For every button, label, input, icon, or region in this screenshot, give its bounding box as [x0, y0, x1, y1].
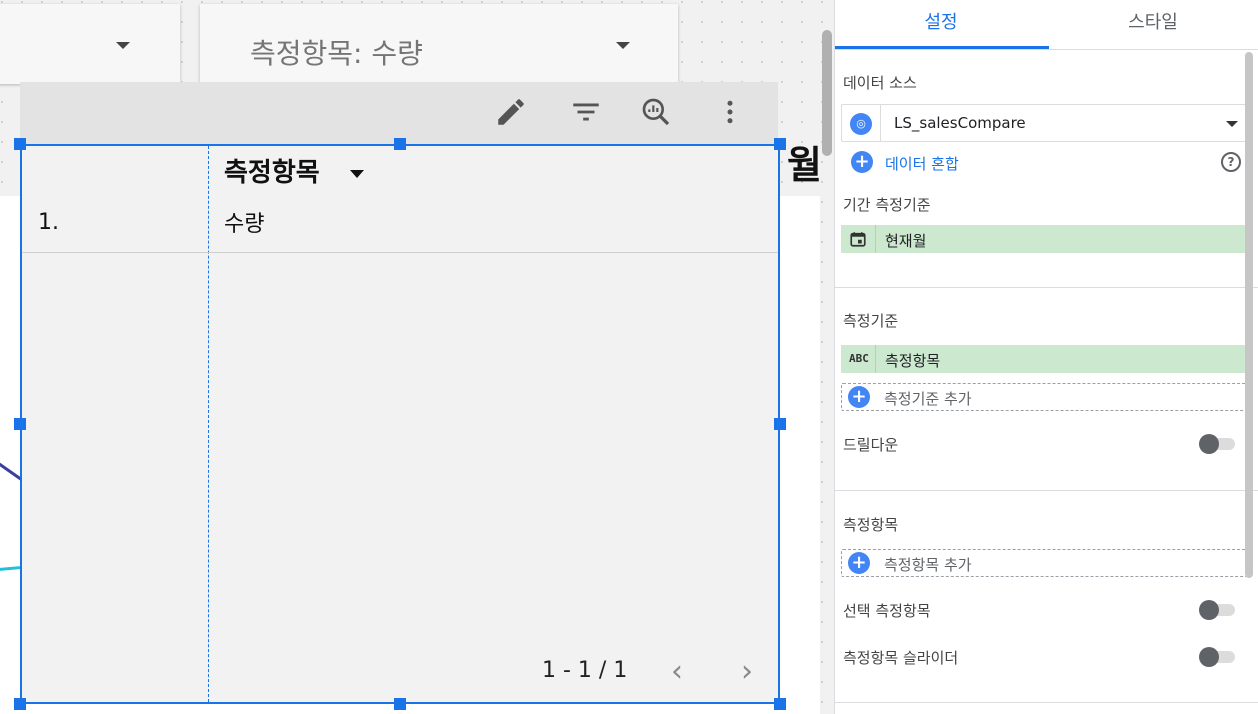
date-range-value: 현재월 — [885, 232, 927, 250]
dimension-chip[interactable]: ABC 측정항목 — [841, 345, 1247, 373]
optional-metrics-toggle[interactable] — [1199, 600, 1237, 620]
more-vert-icon[interactable] — [712, 94, 748, 130]
add-dimension-button[interactable]: + 측정기준 추가 — [841, 383, 1247, 411]
toggle-knob — [1199, 647, 1219, 667]
chart-title-partial: 월 — [787, 143, 822, 187]
section-divider — [835, 490, 1258, 491]
help-icon[interactable]: ? — [1221, 152, 1241, 172]
add-dimension-label: 측정기준 추가 — [884, 390, 972, 408]
dropdown-arrow-icon[interactable] — [1226, 121, 1238, 127]
column-divider[interactable] — [208, 146, 209, 702]
metric-filter-control[interactable]: 측정항목: 수량 — [200, 4, 678, 84]
filter-control-1[interactable] — [0, 4, 180, 84]
optional-metrics-label: 선택 측정항목 — [843, 602, 931, 620]
chart-toolbar — [20, 82, 778, 144]
row-divider — [22, 252, 778, 253]
section-divider — [835, 287, 1258, 288]
metric-filter-label: 측정항목: 수량 — [250, 37, 423, 70]
text-type-icon: ABC — [849, 352, 869, 365]
divider — [875, 345, 876, 373]
report-canvas: 측정항목: 수량 측정항목 1. 수량 1 - 1 / 1 ‹ › 월 — [0, 0, 834, 714]
table-header-metric[interactable]: 측정항목 — [224, 152, 320, 189]
date-range-chip[interactable]: 현재월 — [841, 225, 1247, 253]
date-range-dimension-label: 기간 측정기준 — [843, 196, 931, 214]
add-icon: + — [848, 552, 870, 574]
dimension-label: 측정기준 — [843, 312, 899, 330]
metric-slider-toggle[interactable] — [1199, 647, 1237, 667]
pencil-icon[interactable] — [493, 94, 529, 130]
add-icon[interactable]: + — [851, 151, 873, 173]
bigquery-icon: ◎ — [850, 113, 872, 135]
add-metric-label: 측정항목 추가 — [884, 556, 972, 574]
resize-handle[interactable] — [14, 698, 26, 710]
resize-handle[interactable] — [14, 138, 26, 150]
data-source-name: LS_salesCompare — [894, 114, 1026, 132]
resize-handle[interactable] — [394, 138, 406, 150]
section-divider — [835, 702, 1258, 703]
table-cell: 수량 — [224, 212, 265, 237]
active-tab-indicator — [835, 46, 1049, 49]
calendar-icon — [849, 230, 867, 252]
toggle-knob — [1199, 434, 1219, 454]
resize-handle[interactable] — [774, 138, 786, 150]
row-index: 1. — [38, 210, 59, 235]
pagination-text: 1 - 1 / 1 — [542, 658, 628, 683]
metric-slider-label: 측정항목 슬라이더 — [843, 649, 959, 667]
canvas-scrollbar[interactable] — [822, 30, 832, 156]
panel-scrollbar[interactable] — [1245, 52, 1253, 578]
add-metric-button[interactable]: + 측정항목 추가 — [841, 549, 1247, 577]
tab-setup[interactable]: 설정 — [835, 0, 1047, 48]
toggle-knob — [1199, 600, 1219, 620]
sort-caret-icon[interactable] — [350, 170, 364, 178]
data-source-label: 데이터 소스 — [843, 74, 917, 92]
resize-handle[interactable] — [14, 418, 26, 430]
add-icon: + — [848, 386, 870, 408]
filter-icon[interactable] — [568, 94, 604, 130]
dimension-value: 측정항목 — [885, 352, 941, 370]
tab-style[interactable]: 스타일 — [1047, 0, 1258, 48]
resize-handle[interactable] — [774, 418, 786, 430]
divider — [880, 105, 881, 141]
panel-tabs: 설정 스타일 — [835, 0, 1258, 50]
properties-panel: 설정 스타일 데이터 소스 ◎ LS_salesCompare + 데이터 혼합… — [834, 0, 1258, 714]
resize-handle[interactable] — [394, 698, 406, 710]
table-chart[interactable]: 측정항목 1. 수량 1 - 1 / 1 ‹ › — [20, 144, 780, 704]
dropdown-arrow-icon[interactable] — [116, 42, 130, 49]
resize-handle[interactable] — [774, 698, 786, 710]
dropdown-arrow-icon[interactable] — [616, 42, 630, 49]
drilldown-toggle[interactable] — [1199, 434, 1237, 454]
metric-label: 측정항목 — [843, 516, 899, 534]
blend-data-link[interactable]: 데이터 혼합 — [885, 153, 959, 174]
drilldown-label: 드릴다운 — [843, 436, 899, 454]
data-source-selector[interactable]: ◎ LS_salesCompare — [841, 104, 1247, 142]
divider — [875, 225, 876, 253]
explore-icon[interactable] — [638, 94, 674, 130]
chevron-right-icon[interactable]: › — [732, 654, 762, 689]
chevron-left-icon[interactable]: ‹ — [662, 654, 692, 689]
